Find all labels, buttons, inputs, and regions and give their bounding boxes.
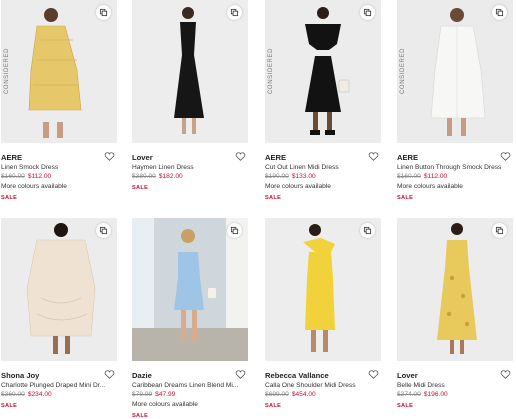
considered-label: CONSIDERED [4, 47, 11, 95]
product-price: $374.00 $196.00 [397, 391, 448, 398]
more-colours-text: More colours available [397, 183, 463, 190]
was-price: $699.00 [265, 391, 289, 398]
sale-price: $47.99 [155, 391, 176, 398]
product-image[interactable] [1, 218, 117, 361]
quick-view-icon[interactable] [360, 223, 375, 238]
product-price: $190.00 $133.00 [265, 173, 316, 180]
sale-badge: SALE [132, 185, 149, 191]
product-name[interactable]: Caribbean Dreams Linen Blend Mi... [132, 382, 248, 389]
model-photo [265, 0, 381, 143]
was-price: $160.00 [1, 173, 25, 180]
wishlist-heart-icon[interactable] [104, 151, 115, 162]
product-image[interactable] [265, 218, 381, 361]
product-name[interactable]: Calla One Shoulder Midi Dress [265, 382, 381, 389]
product-image[interactable] [397, 218, 513, 361]
model-photo [397, 218, 513, 361]
sale-price: $196.00 [423, 391, 448, 398]
wishlist-heart-icon[interactable] [368, 369, 379, 380]
was-price: $374.00 [397, 391, 421, 398]
sale-price: $133.00 [291, 173, 316, 180]
sale-price: $112.00 [27, 173, 52, 180]
wishlist-heart-icon[interactable] [500, 151, 511, 162]
product-price: $699.00 $454.00 [265, 391, 316, 398]
product-name[interactable]: Linen Button Through Smock Dress [397, 164, 513, 171]
quick-view-icon[interactable] [96, 223, 111, 238]
product-price: $160.00 $112.00 [1, 173, 51, 180]
quick-view-icon[interactable] [492, 223, 507, 238]
product-price: $380.00 $182.00 [132, 173, 183, 180]
product-image[interactable]: CONSIDERED [1, 0, 117, 143]
product-brand[interactable]: Dazie [132, 371, 152, 380]
was-price: $360.00 [1, 391, 25, 398]
sale-price: $234.00 [27, 391, 52, 398]
sale-badge: SALE [397, 403, 414, 409]
considered-label: CONSIDERED [268, 47, 275, 95]
product-price: $160.00 $112.00 [397, 173, 447, 180]
sale-badge: SALE [1, 403, 18, 409]
was-price: $190.00 [265, 173, 289, 180]
product-name[interactable]: Haymen Linen Dress [132, 164, 248, 171]
product-image[interactable]: CONSIDERED [397, 0, 513, 143]
product-brand[interactable]: Shona Joy [1, 371, 39, 380]
quick-view-icon[interactable] [227, 223, 242, 238]
considered-label: CONSIDERED [400, 47, 407, 95]
quick-view-icon[interactable] [227, 5, 242, 20]
was-price: $79.99 [132, 391, 153, 398]
model-photo [1, 218, 117, 361]
model-photo [265, 218, 381, 361]
wishlist-heart-icon[interactable] [368, 151, 379, 162]
sale-badge: SALE [1, 195, 18, 201]
model-photo [1, 0, 117, 143]
product-brand[interactable]: Rebecca Vallance [265, 371, 329, 380]
product-brand[interactable]: AERE [265, 153, 286, 162]
product-brand[interactable]: Lover [132, 153, 153, 162]
was-price: $160.00 [397, 173, 421, 180]
product-grid: CONSIDERED AERE Linen Smock Dress $160.0… [0, 0, 516, 419]
sale-badge: SALE [132, 413, 149, 419]
product-price: $360.00 $234.00 [1, 391, 52, 398]
sale-price: $182.00 [158, 173, 183, 180]
sale-badge: SALE [265, 403, 282, 409]
product-image[interactable]: CONSIDERED [265, 0, 381, 143]
sale-badge: SALE [265, 195, 282, 201]
more-colours-text: More colours available [1, 183, 67, 190]
wishlist-heart-icon[interactable] [104, 369, 115, 380]
more-colours-text: More colours available [132, 401, 198, 408]
was-price: $380.00 [132, 173, 156, 180]
quick-view-icon[interactable] [360, 5, 375, 20]
product-price: $79.99 $47.99 [132, 391, 175, 398]
quick-view-icon[interactable] [492, 5, 507, 20]
sale-badge: SALE [397, 195, 414, 201]
sale-price: $454.00 [291, 391, 316, 398]
wishlist-heart-icon[interactable] [235, 369, 246, 380]
more-colours-text: More colours available [265, 183, 331, 190]
product-name[interactable]: Cut Out Linen Midi Dress [265, 164, 381, 171]
product-name[interactable]: Charlotte Plunged Draped Mini Dr... [1, 382, 117, 389]
sale-price: $112.00 [423, 173, 448, 180]
product-name[interactable]: Linen Smock Dress [1, 164, 117, 171]
wishlist-heart-icon[interactable] [500, 369, 511, 380]
model-photo [132, 218, 248, 361]
product-image[interactable] [132, 0, 248, 143]
model-photo [397, 0, 513, 143]
product-brand[interactable]: Lover [397, 371, 418, 380]
product-brand[interactable]: AERE [397, 153, 418, 162]
wishlist-heart-icon[interactable] [235, 151, 246, 162]
product-image[interactable] [132, 218, 248, 361]
product-name[interactable]: Belle Midi Dress [397, 382, 513, 389]
product-brand[interactable]: AERE [1, 153, 22, 162]
model-photo [132, 0, 248, 143]
quick-view-icon[interactable] [96, 5, 111, 20]
